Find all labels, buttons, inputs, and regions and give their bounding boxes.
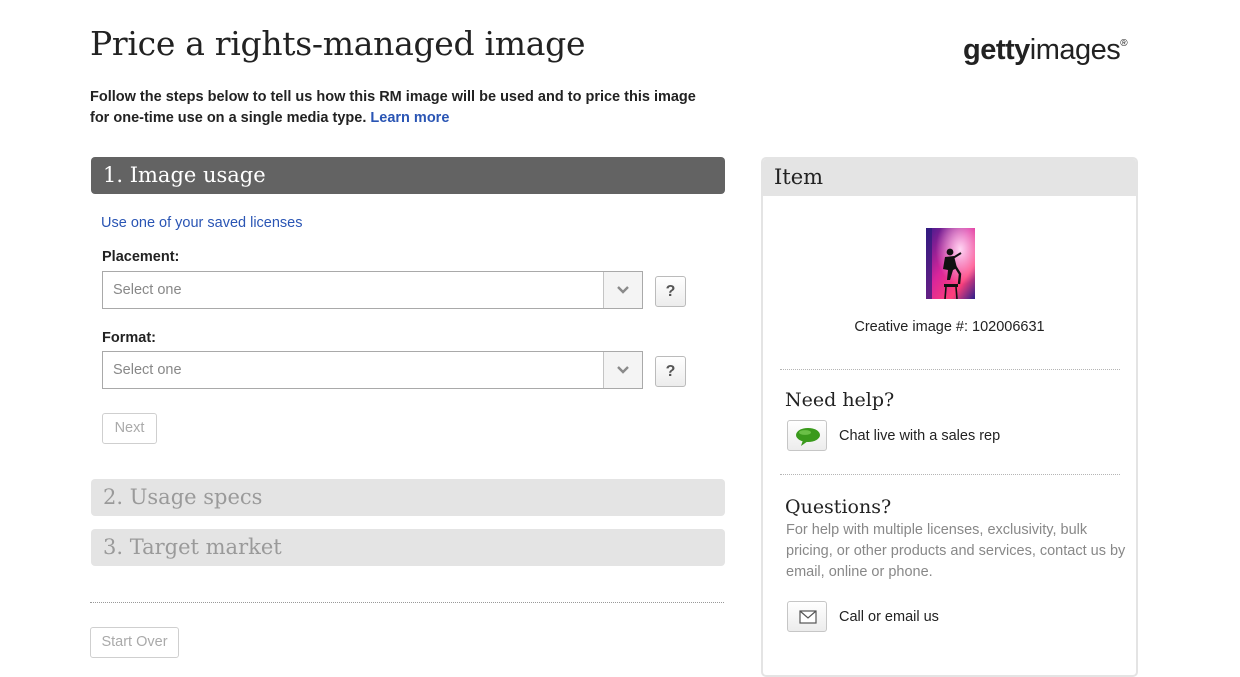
format-label: Format: [102,330,156,346]
item-panel: Item Creative image #: 102006631 Need he… [761,157,1138,677]
chat-button[interactable] [787,420,827,451]
logo-getty: getty [963,34,1030,66]
format-dropdown-button[interactable] [603,352,642,388]
chat-live-label[interactable]: Chat live with a sales rep [839,428,1000,444]
contact-button[interactable] [787,601,827,632]
step-target-market-header[interactable]: 3. Target market [91,529,725,566]
logo-images: images [1029,34,1121,66]
item-thumbnail[interactable] [926,228,975,299]
item-panel-title: Item [763,159,1136,196]
start-over-button[interactable]: Start Over [90,627,179,658]
chevron-down-icon [617,366,629,374]
envelope-icon [799,610,817,624]
page-title: Price a rights-managed image [90,24,586,63]
format-help-button[interactable]: ? [655,356,686,387]
step-image-usage-header[interactable]: 1. Image usage [91,157,725,194]
call-or-email-label[interactable]: Call or email us [839,609,939,625]
getty-images-logo[interactable]: gettyimages® [963,34,1128,67]
questions-heading: Questions? [785,496,892,518]
questions-text: For help with multiple licenses, exclusi… [786,522,1126,580]
chat-bubble-icon [796,428,820,446]
format-select[interactable]: Select one [102,351,643,389]
learn-more-link[interactable]: Learn more [370,110,449,126]
saved-licenses-link[interactable]: Use one of your saved licenses [101,215,303,231]
thumbnail-image [926,228,975,299]
step-usage-specs-header[interactable]: 2. Usage specs [91,479,725,516]
chevron-down-icon [617,286,629,294]
divider [90,602,724,603]
format-select-value: Select one [113,362,182,378]
image-caption: Creative image #: 102006631 [854,319,1045,335]
placement-select[interactable]: Select one [102,271,643,309]
placement-dropdown-button[interactable] [603,272,642,308]
intro-text: Follow the steps below to tell us how th… [90,87,710,129]
placement-help-button[interactable]: ? [655,276,686,307]
placement-label: Placement: [102,249,180,265]
panel-divider [780,369,1120,370]
panel-divider [780,474,1120,475]
need-help-heading: Need help? [785,389,895,411]
logo-registered-mark: ® [1120,38,1128,49]
next-button[interactable]: Next [102,413,157,444]
placement-select-value: Select one [113,282,182,298]
